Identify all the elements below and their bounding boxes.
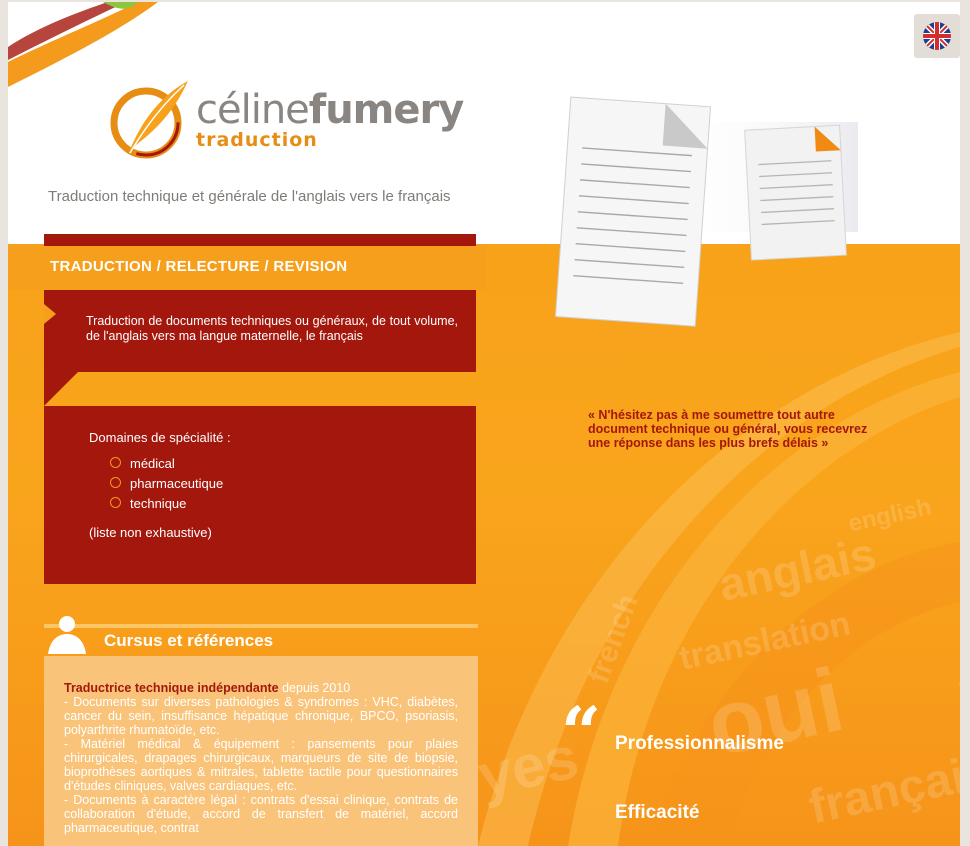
services-description: Traduction de documents techniques ou gé… bbox=[86, 314, 458, 343]
list-item: médical bbox=[110, 456, 223, 476]
cursus-item: - Matériel médical & équipement : pansem… bbox=[64, 737, 458, 793]
specialties-title: Domaines de spécialité : bbox=[89, 430, 231, 445]
value-professionalism: Professionnalisme bbox=[615, 733, 784, 754]
uk-flag-icon bbox=[923, 22, 951, 50]
logo-wordmark: célinefumery bbox=[196, 87, 464, 133]
list-item: pharmaceutique bbox=[110, 476, 223, 496]
cursus-box: Traductrice technique indépendante depui… bbox=[44, 656, 478, 846]
cursus-item: - Documents à caractère légal : contrats… bbox=[64, 793, 458, 835]
cursus-item: - Documents sur diverses pathologies & s… bbox=[64, 695, 458, 737]
cursus-header: Cursus et références bbox=[44, 616, 478, 656]
cursus-title: Cursus et références bbox=[104, 631, 274, 650]
cursus-text: Traductrice technique indépendante depui… bbox=[64, 681, 458, 835]
cursus-since: depuis 2010 bbox=[282, 681, 351, 695]
quill-logo-icon bbox=[110, 81, 188, 159]
documents-illustration bbox=[554, 96, 858, 327]
services-title: TRADUCTION / RELECTURE / REVISION bbox=[50, 258, 348, 275]
circle-bullet-icon bbox=[110, 457, 121, 468]
services-header: TRADUCTION / RELECTURE / REVISION bbox=[8, 234, 486, 290]
english-language-button[interactable] bbox=[914, 14, 960, 58]
box-notch bbox=[44, 370, 80, 406]
arrow-marker-icon bbox=[44, 304, 56, 324]
logo[interactable]: célinefumery traduction bbox=[108, 77, 464, 163]
circle-bullet-icon bbox=[110, 477, 121, 488]
specialties-list: médical pharmaceutique technique bbox=[110, 456, 223, 516]
specialties-box: Domaines de spécialité : médical pharmac… bbox=[44, 406, 476, 584]
specialties-note: (liste non exhaustive) bbox=[89, 525, 212, 540]
services-description-box: Traduction de documents techniques ou gé… bbox=[44, 290, 476, 372]
circle-bullet-icon bbox=[110, 497, 121, 508]
page: célinefumery traduction Traduction techn… bbox=[8, 2, 960, 846]
logo-subtitle: traduction bbox=[196, 129, 318, 151]
contact-invitation: « N'hésitez pas à me soumettre tout autr… bbox=[588, 408, 868, 450]
person-icon bbox=[48, 616, 86, 654]
value-efficiency: Efficacité bbox=[615, 802, 700, 823]
tagline: Traduction technique et générale de l'an… bbox=[48, 188, 451, 205]
list-item: technique bbox=[110, 496, 223, 516]
services-header-strip bbox=[44, 234, 476, 246]
cursus-role: Traductrice technique indépendante bbox=[64, 681, 279, 695]
quote-mark-icon: “ bbox=[561, 691, 602, 774]
cursus-divider bbox=[44, 624, 478, 628]
